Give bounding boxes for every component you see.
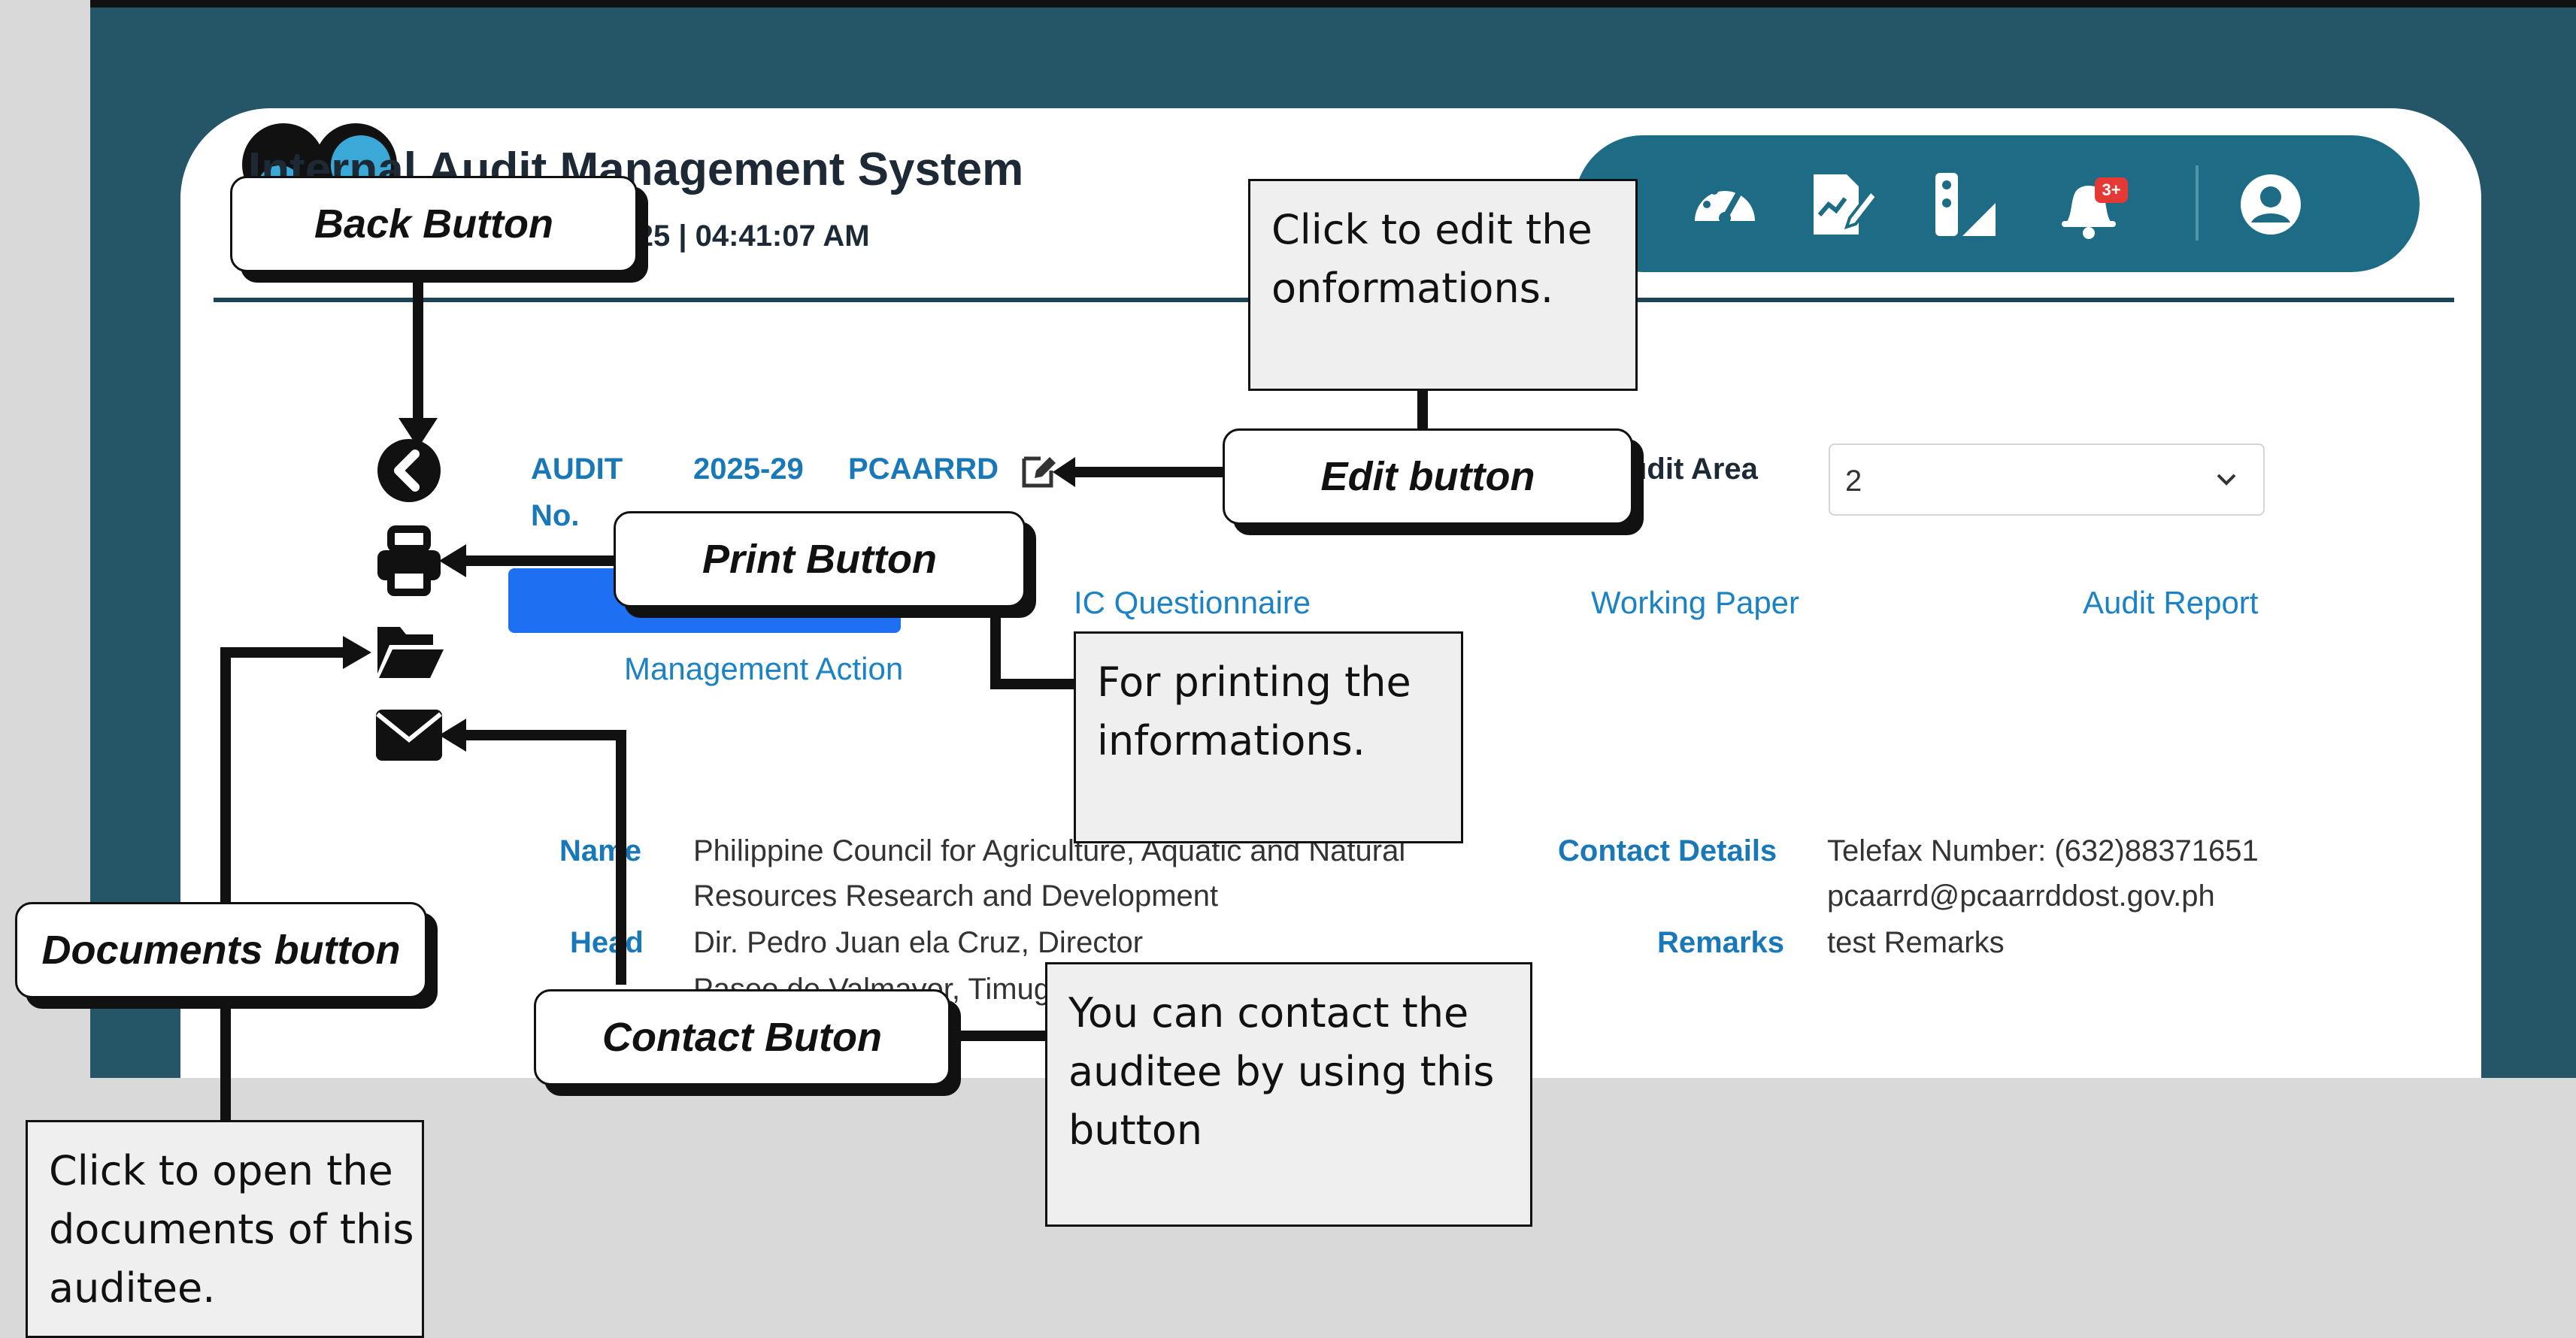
callout-contact-button: Contact Buton xyxy=(534,989,950,1085)
callout-documents-button: Documents button xyxy=(15,902,427,998)
note-contact-line: You can contact the xyxy=(1068,989,1469,1037)
note-print: For printing the informations. xyxy=(1074,631,1463,843)
note-edit-line: Click to edit the xyxy=(1271,206,1593,253)
callout-back-button: Back Button xyxy=(230,176,638,272)
note-contact: You can contact the auditee by using thi… xyxy=(1045,962,1532,1227)
note-print-line: For printing the xyxy=(1097,658,1411,706)
callout-print-button: Print Button xyxy=(614,511,1026,607)
note-edit: Click to edit the onformations. xyxy=(1248,179,1638,391)
note-contact-line: auditee by using this xyxy=(1068,1048,1495,1095)
note-edit-line: onformations. xyxy=(1271,265,1553,312)
note-documents-line: documents of this xyxy=(49,1206,414,1253)
note-documents: Click to open the documents of this audi… xyxy=(26,1120,424,1338)
note-documents-line: auditee. xyxy=(49,1264,216,1312)
callout-edit-button: Edit button xyxy=(1223,428,1633,525)
note-print-line: informations. xyxy=(1097,717,1365,764)
note-contact-line: button xyxy=(1068,1106,1203,1154)
note-documents-line: Click to open the xyxy=(49,1147,393,1194)
